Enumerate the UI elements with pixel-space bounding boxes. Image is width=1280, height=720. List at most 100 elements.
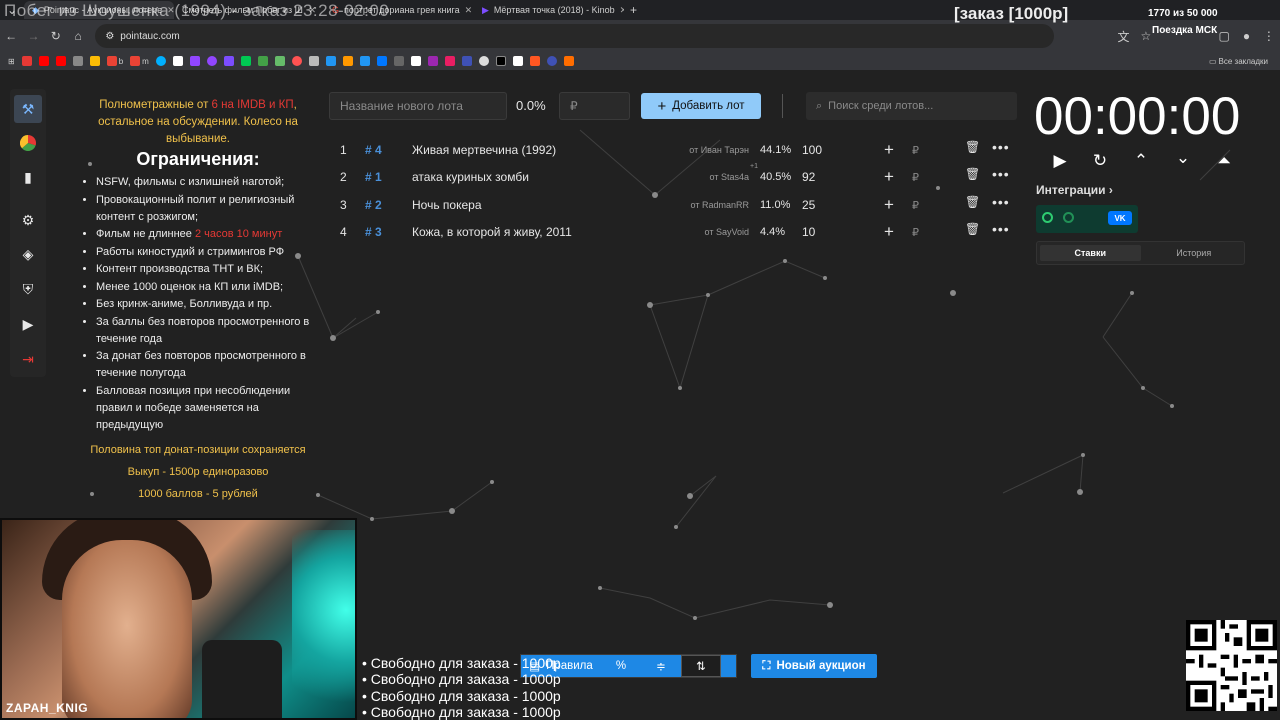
translate-icon[interactable]: 文	[1112, 28, 1134, 45]
background-light	[292, 530, 355, 718]
close-tab-icon[interactable]: ✕	[465, 5, 473, 16]
bookmark[interactable]	[393, 56, 404, 66]
lot-search-input[interactable]: ⌕ Поиск среди лотов...	[806, 92, 1017, 120]
bookmark[interactable]: m	[130, 56, 149, 66]
more-icon[interactable]: •••	[992, 166, 1010, 182]
home-icon[interactable]: ⌂	[67, 29, 89, 43]
lot-number: 3	[340, 197, 347, 212]
double-increase-icon[interactable]: ⏶	[1213, 151, 1235, 171]
twitch-toggle-icon[interactable]	[1042, 212, 1053, 223]
bookmark[interactable]	[155, 56, 166, 66]
reset-icon[interactable]: ↻	[1089, 151, 1111, 171]
free-slot-line: • Свободно для заказа - 1000р	[362, 671, 561, 688]
increase-time-icon[interactable]: ⌃	[1130, 151, 1152, 171]
bookmark[interactable]	[21, 56, 32, 66]
tab-bids[interactable]: Ставки	[1040, 245, 1141, 261]
wheel-icon[interactable]	[14, 129, 42, 157]
lot-name[interactable]: Кожа, в которой я живу, 2011	[412, 225, 572, 239]
bookmark[interactable]	[512, 56, 523, 66]
bookmark[interactable]	[189, 56, 200, 66]
add-lot-button[interactable]: + Добавить лот	[641, 93, 761, 119]
sort-icon[interactable]: ⇅	[681, 655, 721, 677]
add-amount-icon[interactable]: +	[884, 222, 894, 242]
lot-row[interactable]: 4 # 3 Кожа, в которой я живу, 2011 от Sa…	[329, 219, 1017, 246]
bookmark[interactable]	[206, 56, 217, 66]
bookmark[interactable]	[478, 56, 489, 66]
integrations-heading[interactable]: Интеграции ›	[1036, 183, 1113, 197]
all-bookmarks[interactable]: ▭ Все закладки	[1209, 57, 1268, 66]
settings-icon[interactable]: ⚙	[14, 206, 42, 234]
video-library-icon[interactable]: ▶	[14, 310, 42, 338]
layers-icon[interactable]: ◈	[14, 240, 42, 268]
shield-icon[interactable]: ⛨	[14, 275, 42, 303]
bookmark[interactable]	[444, 56, 455, 66]
bookmark[interactable]	[257, 56, 268, 66]
logout-icon[interactable]: ⇥	[14, 345, 42, 373]
lot-row[interactable]: 2 # 1 атака куриных зомби от Stas4a +1 4…	[329, 163, 1017, 191]
new-tab-button[interactable]: +	[624, 3, 643, 17]
more-icon[interactable]: •••	[992, 221, 1010, 237]
lot-name[interactable]: Ночь покера	[412, 198, 482, 212]
bookmark[interactable]	[38, 56, 49, 66]
bookmark[interactable]	[308, 56, 319, 66]
new-lot-amount-input[interactable]: ₽	[559, 92, 630, 120]
site-info-icon[interactable]: ⚙	[105, 31, 114, 42]
split-icon[interactable]: ≑	[641, 655, 681, 677]
lot-amount[interactable]: 10	[802, 225, 815, 239]
more-icon[interactable]: •••	[992, 139, 1010, 155]
back-icon[interactable]: ←	[0, 29, 22, 43]
donation-toggle-icon[interactable]	[1063, 212, 1074, 223]
tab-history[interactable]: История	[1144, 242, 1245, 264]
bookmark[interactable]	[427, 56, 438, 66]
bookmark[interactable]: b	[106, 56, 123, 66]
bookmark[interactable]	[274, 56, 285, 66]
bookmark[interactable]	[342, 56, 353, 66]
bookmark[interactable]	[410, 56, 421, 66]
lot-amount[interactable]: 100	[802, 143, 822, 157]
apps-icon[interactable]: ⊞	[8, 57, 15, 66]
bookmark[interactable]	[563, 56, 574, 66]
add-amount-icon[interactable]: +	[884, 140, 894, 160]
bookmark[interactable]	[495, 56, 506, 66]
bookmark[interactable]	[359, 56, 370, 66]
bookmark[interactable]	[291, 56, 302, 66]
delete-icon[interactable]: 🗑	[965, 140, 980, 154]
lot-amount[interactable]: 92	[802, 170, 815, 184]
url-field[interactable]: ⚙ pointauc.com	[95, 24, 1055, 48]
bookmark[interactable]	[72, 56, 83, 66]
bookmark[interactable]	[325, 56, 336, 66]
auction-gavel-icon[interactable]: ⚒	[14, 95, 42, 123]
new-lot-name-input[interactable]: Название нового лота	[329, 92, 507, 120]
profile-icon[interactable]: ●	[1235, 29, 1257, 43]
lot-row[interactable]: 1 # 4 Живая мертвечина (1992) от Иван Та…	[329, 137, 1017, 164]
percent-button[interactable]: %	[601, 655, 641, 677]
new-auction-button[interactable]: ⛶ Новый аукцион	[751, 654, 877, 678]
bookmark[interactable]	[89, 56, 100, 66]
delete-icon[interactable]: 🗑	[965, 167, 980, 181]
bookmark[interactable]	[55, 56, 66, 66]
reload-icon[interactable]: ↻	[45, 29, 67, 43]
lot-name[interactable]: атака куриных зомби	[412, 170, 529, 184]
bookmark[interactable]	[223, 56, 234, 66]
vk-icon[interactable]: VK	[1108, 211, 1132, 225]
more-icon[interactable]: •••	[992, 194, 1010, 210]
bookmark[interactable]	[376, 56, 387, 66]
tab-kinobox[interactable]: ▶ Мёртвая точка (2018) - Kinob ✕	[474, 1, 624, 19]
bookmark[interactable]	[546, 56, 557, 66]
lot-row[interactable]: 3 # 2 Ночь покера от RadmanRR 11.0% 25 +…	[329, 192, 1017, 219]
play-icon[interactable]: ▶	[1049, 151, 1071, 171]
lot-amount[interactable]: 25	[802, 198, 815, 212]
bookmark[interactable]	[461, 56, 472, 66]
stats-icon[interactable]: ▮	[14, 163, 42, 191]
add-amount-icon[interactable]: +	[884, 195, 894, 215]
lot-name[interactable]: Живая мертвечина (1992)	[412, 143, 556, 157]
bookmark[interactable]	[240, 56, 251, 66]
bookmark[interactable]	[529, 56, 540, 66]
forward-icon[interactable]: →	[22, 29, 44, 43]
delete-icon[interactable]: 🗑	[965, 195, 980, 209]
bookmark[interactable]	[172, 56, 183, 66]
decrease-time-icon[interactable]: ⌄	[1172, 148, 1194, 168]
add-amount-icon[interactable]: +	[884, 167, 894, 187]
menu-icon[interactable]: ⋮	[1258, 29, 1280, 43]
delete-icon[interactable]: 🗑	[965, 222, 980, 236]
